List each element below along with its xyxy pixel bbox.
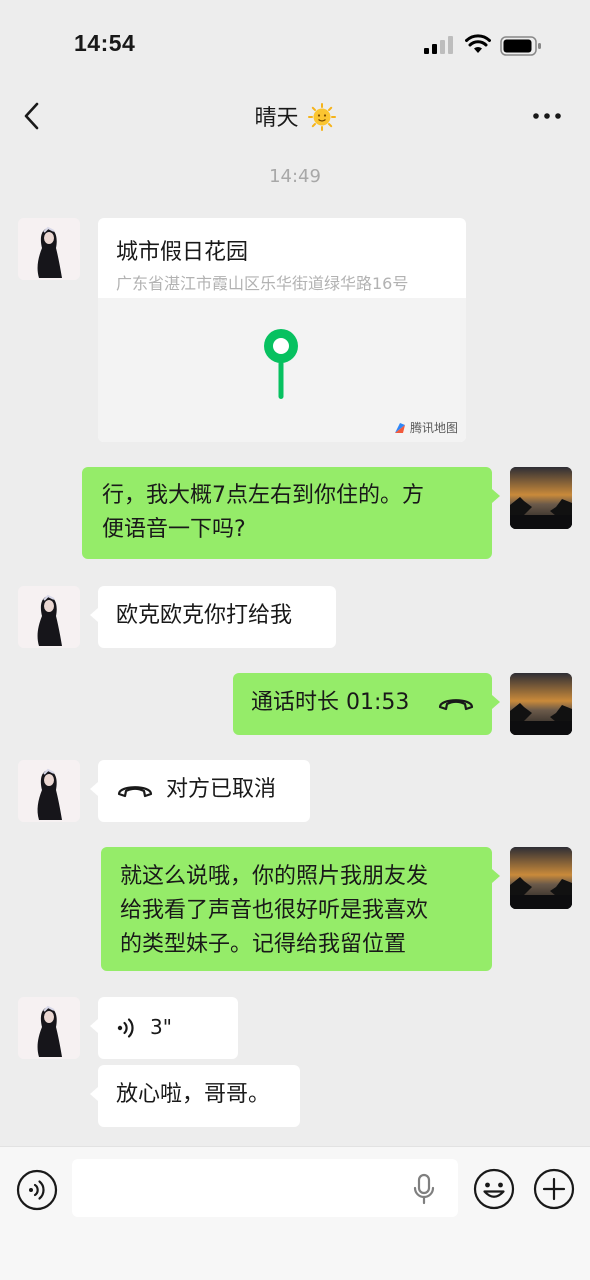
- contact-avatar[interactable]: [18, 760, 80, 822]
- location-address: 广东省湛江市霞山区乐华街道绿华路16号: [116, 274, 409, 293]
- message-line: 行，我大概7点左右到你住的。方: [102, 483, 424, 508]
- contact-avatar[interactable]: [18, 586, 80, 648]
- phone-hangup-icon: [438, 699, 474, 711]
- self-avatar[interactable]: [510, 847, 572, 909]
- more-icon[interactable]: [530, 102, 564, 130]
- voice-duration: 3": [150, 1015, 172, 1039]
- map-pin-icon: [264, 329, 298, 399]
- sent-message[interactable]: 就这么说哦，你的照片我朋友发 给我看了声音也很好听是我喜欢 的类型妹子。记得给我…: [101, 847, 500, 971]
- contact-avatar[interactable]: [18, 997, 80, 1059]
- chat-title: 晴天: [0, 100, 590, 132]
- cellular-signal-icon: [424, 36, 453, 54]
- call-status-text: 对方已取消: [166, 777, 277, 802]
- voice-toggle-icon[interactable]: [16, 1169, 58, 1211]
- message-line: 就这么说哦，你的照片我朋友发: [120, 864, 429, 889]
- call-duration-text: 通话时长 01:53: [251, 690, 410, 715]
- call-record-sent[interactable]: 通话时长 01:53: [233, 673, 500, 735]
- received-message[interactable]: 欧克欧克你打给我: [90, 586, 336, 648]
- wifi-icon: [465, 34, 491, 53]
- self-avatar[interactable]: [510, 467, 572, 529]
- chat-header: 晴天: [0, 88, 590, 146]
- message-line: 便语音一下吗?: [102, 517, 246, 542]
- sun-emoji-icon: [307, 103, 336, 131]
- message-line: 给我看了声音也很好听是我喜欢: [120, 898, 429, 923]
- sent-message[interactable]: 行，我大概7点左右到你住的。方 便语音一下吗?: [82, 467, 500, 559]
- status-time: 14:54: [74, 30, 136, 56]
- message-text: 欧克欧克你打给我: [116, 603, 293, 628]
- call-record-received[interactable]: 对方已取消: [90, 760, 310, 822]
- plus-icon[interactable]: [532, 1167, 576, 1211]
- location-message[interactable]: 城市假日花园 广东省湛江市霞山区乐华街道绿华路16号 腾讯地图: [98, 218, 466, 442]
- input-toolbar: [0, 1146, 590, 1280]
- battery-icon: [500, 36, 541, 56]
- phone-hangup-icon: [117, 786, 153, 798]
- message-line: 的类型妹子。记得给我留位置: [120, 932, 407, 957]
- self-avatar[interactable]: [510, 673, 572, 735]
- message-text: 放心啦，哥哥。: [116, 1082, 271, 1107]
- message-timestamp: 14:49: [269, 166, 321, 187]
- mic-icon[interactable]: [412, 1173, 436, 1205]
- contact-name: 晴天: [254, 106, 299, 131]
- voice-message[interactable]: 3": [90, 997, 238, 1059]
- voice-wave-icon: [117, 1018, 134, 1038]
- map-brand-label: 腾讯地图: [409, 421, 458, 435]
- message-input[interactable]: [72, 1159, 458, 1217]
- received-message[interactable]: 放心啦，哥哥。: [90, 1065, 300, 1127]
- tencent-map-logo-icon: [394, 423, 405, 433]
- status-bar: 14:54: [0, 0, 590, 88]
- contact-avatar[interactable]: [18, 218, 80, 280]
- map-preview[interactable]: 腾讯地图: [98, 298, 466, 442]
- map-brand: 腾讯地图: [393, 419, 458, 436]
- location-name: 城市假日花园: [116, 240, 249, 265]
- emoji-icon[interactable]: [472, 1167, 516, 1211]
